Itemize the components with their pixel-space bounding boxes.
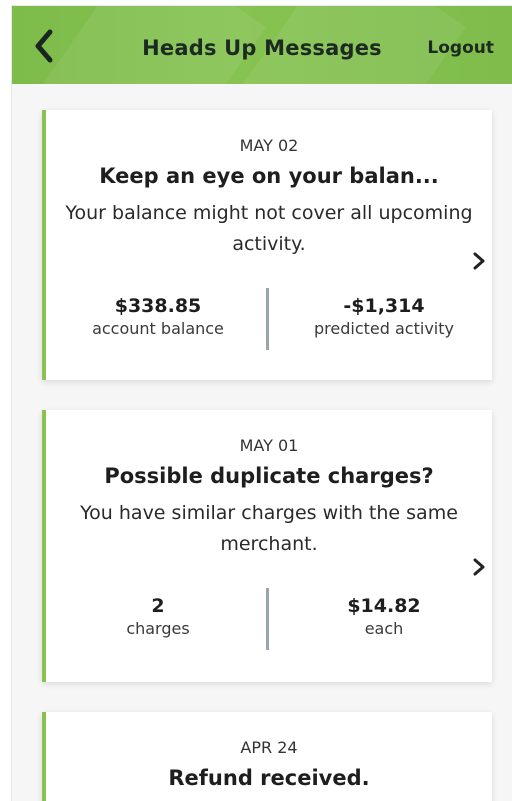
stat-account-balance: $338.85 account balance [58,294,258,340]
app-screen: Heads Up Messages Logout MAY 02 Keep an … [12,6,512,801]
messages-list[interactable]: MAY 02 Keep an eye on your balan... Your… [12,84,512,801]
stat-value: 2 [151,595,165,617]
message-title: Refund received. [168,766,370,790]
message-card[interactable]: MAY 01 Possible duplicate charges? You h… [42,410,492,682]
message-card[interactable]: MAY 02 Keep an eye on your balan... Your… [42,110,492,380]
stat-value: $338.85 [114,295,202,317]
app-header: Heads Up Messages Logout [12,6,512,84]
message-date: APR 24 [240,738,298,757]
stat-value: $14.82 [347,595,421,617]
message-description: You have similar charges with the same m… [80,502,458,555]
message-title: Keep an eye on your balan... [99,164,439,188]
chevron-right-icon [472,558,486,576]
message-card[interactable]: APR 24 Refund received. [42,712,492,801]
logout-button[interactable]: Logout [427,38,494,58]
stat-value: -$1,314 [343,295,425,317]
stat-divider [266,588,269,650]
stat-charges: 2 charges [58,594,258,640]
stat-label: charges [126,619,190,638]
chevron-right-icon [472,252,486,270]
stat-divider [266,288,269,350]
stat-label: account balance [92,319,224,338]
stat-each: $14.82 each [284,594,484,640]
message-date: MAY 02 [239,136,299,155]
stat-label: each [364,619,404,638]
stat-predicted-activity: -$1,314 predicted activity [284,294,484,340]
message-title: Possible duplicate charges? [104,464,434,488]
stat-label: predicted activity [314,319,454,338]
message-date: MAY 01 [239,436,299,455]
message-description: Your balance might not cover all upcomin… [65,202,473,255]
